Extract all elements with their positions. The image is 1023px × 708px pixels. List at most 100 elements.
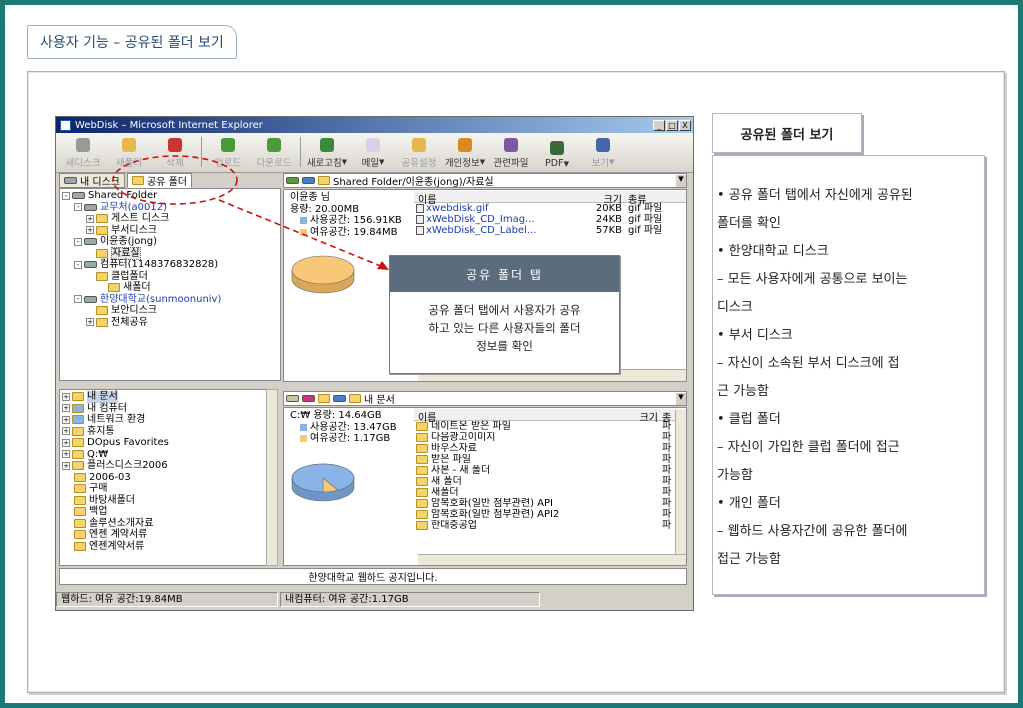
local-tree-item[interactable]: 2006-03 <box>62 472 274 484</box>
tree-item[interactable]: + 부서디스크 <box>62 225 278 237</box>
refresh-icon[interactable] <box>302 177 315 184</box>
back-icon[interactable] <box>286 177 299 184</box>
file-row[interactable]: 사본 - 새 폴더 파 <box>414 465 686 476</box>
file-row[interactable]: 암복호화(일반 첨부관련) API 파 <box>414 498 686 509</box>
column-size[interactable]: 크기 <box>626 409 662 424</box>
color-icon[interactable] <box>302 395 315 402</box>
local-tree-item[interactable]: + 휴지통 <box>62 426 274 438</box>
file-row[interactable]: xWebDisk_CD_Imag... 24KB gif 파일 <box>414 214 686 225</box>
toolbar-label: 공유설정 <box>401 158 437 169</box>
file-row[interactable]: 한대중공업 파 <box>414 520 686 531</box>
local-tree-item[interactable]: + 내 문서 <box>62 391 274 403</box>
local-tree-item[interactable]: + 플러스디스크2006 <box>62 460 274 472</box>
file-name: xWebDisk_CD_Imag... <box>414 214 590 225</box>
column-name[interactable]: 이름 <box>414 191 590 206</box>
file-row[interactable]: 네이트온 받은 파일 파 <box>414 421 686 432</box>
tree-item-label: 게스트 디스크 <box>111 213 170 224</box>
top-address-bar[interactable]: Shared Folder/이윤종(jong)/자료실 ▼ <box>283 173 687 188</box>
local-tree-item[interactable]: 바탕새폴더 <box>62 495 274 507</box>
tab-my-disk[interactable]: 내 디스크 <box>59 173 125 188</box>
expand-icon[interactable]: + <box>62 450 70 459</box>
file-row[interactable]: 다음광고이미지 파 <box>414 432 686 443</box>
dropdown-arrow-icon[interactable]: ▼ <box>564 160 569 168</box>
maximize-button[interactable]: □ <box>666 119 678 131</box>
tree-item[interactable]: 새폴더 <box>62 282 278 294</box>
file-row[interactable]: 암복호화(일반 첨부관련) API2 파 <box>414 509 686 520</box>
tab-shared-folder[interactable]: 공유 폴더 <box>126 173 192 188</box>
expand-icon[interactable]: + <box>86 318 94 327</box>
toolbar-refresh-button[interactable]: 새로고침 ▼ <box>304 138 350 169</box>
expand-icon[interactable]: - <box>62 191 70 200</box>
tree-item[interactable]: + 게스트 디스크 <box>62 213 278 225</box>
tree-item[interactable]: 자료실 <box>62 246 278 260</box>
toolbar-upload-button[interactable]: 업로드 <box>205 138 251 169</box>
free-legend-icon <box>300 228 307 236</box>
dropdown-arrow-icon[interactable]: ▼ <box>609 158 614 166</box>
local-tree-scrollbar[interactable] <box>266 389 278 566</box>
dropdown-arrow-icon[interactable]: ▼ <box>342 158 347 166</box>
toolbar-pdf-button[interactable]: PDF ▼ <box>534 141 580 169</box>
expand-icon[interactable]: + <box>62 404 70 413</box>
local-tree-item[interactable]: + 내 컴퓨터 <box>62 403 274 415</box>
expand-icon[interactable]: + <box>86 214 94 223</box>
expand-icon[interactable]: + <box>62 415 70 424</box>
local-tree-item[interactable]: 백업 <box>62 506 274 518</box>
local-tree-item[interactable]: 구매 <box>62 483 274 495</box>
side-line: • 한양대학교 디스크 <box>717 244 829 259</box>
expand-icon[interactable]: - <box>74 237 82 246</box>
file-row[interactable]: 새폴더 파 <box>414 487 686 498</box>
local-tree-item[interactable]: 솔루션소개자료 <box>62 518 274 530</box>
column-type[interactable]: 종류 <box>626 191 686 206</box>
file-row[interactable]: 새 폴더 파 <box>414 476 686 487</box>
expand-icon[interactable]: - <box>74 203 82 212</box>
tree-item[interactable]: - 컴퓨터(1148376832828) <box>62 259 278 271</box>
expand-icon[interactable]: - <box>74 260 82 269</box>
local-tree-item[interactable]: + DOpus Favorites <box>62 437 274 449</box>
expand-icon[interactable]: + <box>86 226 94 235</box>
file-row[interactable]: 바우스자료 파 <box>414 443 686 454</box>
file-row[interactable]: xwebdisk.gif 20KB gif 파일 <box>414 203 686 214</box>
bottom-address-bar[interactable]: 내 문서 ▼ <box>283 391 687 406</box>
dropdown-arrow-icon[interactable]: ▼ <box>480 158 485 166</box>
expand-icon[interactable]: + <box>62 438 70 447</box>
local-tree-item[interactable]: 엔젠 계약서류 <box>62 529 274 541</box>
refresh-icon[interactable] <box>333 395 346 402</box>
tree-item[interactable]: - 한양대학교(sunmoonuniv) <box>62 294 278 306</box>
local-tree-item[interactable]: 엔젠계약서류 <box>62 541 274 553</box>
toolbar-folder-button[interactable]: 새폴더 <box>106 138 152 169</box>
expand-icon[interactable]: + <box>62 392 70 401</box>
dropdown-arrow-icon[interactable]: ▼ <box>379 158 384 166</box>
horizontal-scrollbar[interactable] <box>418 554 686 565</box>
vertical-scrollbar[interactable] <box>675 410 686 554</box>
toolbar-view-button[interactable]: 보기 ▼ <box>580 138 626 169</box>
dropdown-icon[interactable]: ▼ <box>676 392 686 405</box>
toolbar-disk-button[interactable]: 새디스크 <box>60 138 106 169</box>
local-tree-item[interactable]: + 네트워크 환경 <box>62 414 274 426</box>
file-row[interactable]: 받은 파일 파 <box>414 454 686 465</box>
close-button[interactable]: X <box>679 119 691 131</box>
column-name[interactable]: 이름 <box>414 409 626 424</box>
folder-icon <box>74 541 86 551</box>
toolbar-mail-button[interactable]: 메일 ▼ <box>350 138 396 169</box>
tree-item[interactable]: - 이윤종(jong) <box>62 236 278 248</box>
toolbar-person-button[interactable]: 개인정보 ▼ <box>442 138 488 169</box>
tree-item[interactable]: - 교무처(a0012) <box>62 202 278 214</box>
file-row[interactable]: xWebDisk_CD_Label... 57KB gif 파일 <box>414 225 686 236</box>
toolbar-related-files-button[interactable]: 관련파일 <box>488 138 534 169</box>
minimize-button[interactable]: _ <box>653 119 665 131</box>
toolbar-download-button[interactable]: 다운로드 <box>251 138 297 169</box>
tree-item[interactable]: - Shared Folder <box>62 190 278 202</box>
dropdown-icon[interactable]: ▼ <box>676 174 686 187</box>
toolbar-share-button[interactable]: 공유설정 <box>396 138 442 169</box>
local-tree-item[interactable]: + Q:₩ <box>62 449 274 461</box>
toolbar-delete-button[interactable]: 삭제 <box>152 138 198 169</box>
side-line: 접근 가능함 <box>717 552 781 567</box>
expand-icon[interactable]: + <box>62 461 70 470</box>
expand-icon[interactable]: + <box>62 427 70 436</box>
search-icon[interactable] <box>286 395 299 402</box>
expand-icon[interactable]: - <box>74 295 82 304</box>
tree-item[interactable]: 클럽폴더 <box>62 271 278 283</box>
tree-item[interactable]: + 전체공유 <box>62 317 278 329</box>
tree-item[interactable]: 보안디스크 <box>62 305 278 317</box>
column-size[interactable]: 크기 <box>590 191 626 206</box>
